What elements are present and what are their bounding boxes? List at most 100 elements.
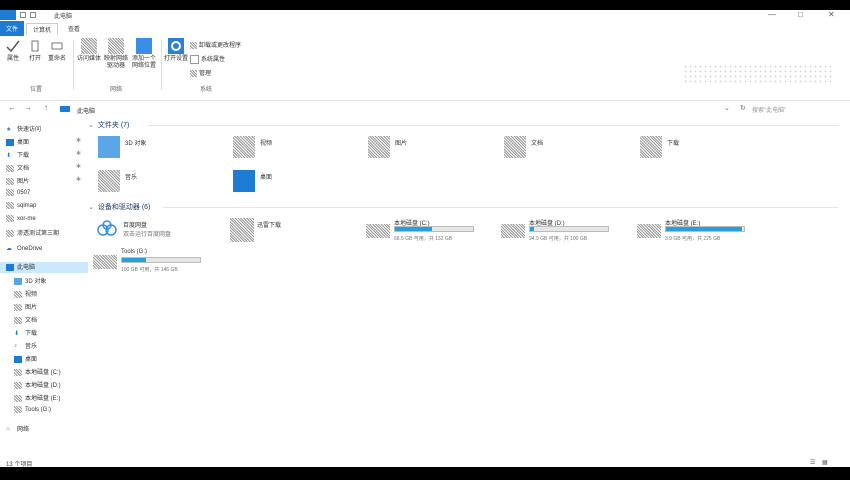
- media-icon: [81, 38, 97, 54]
- drive-space-label: 94.9 GB 可用，共 100 GB: [529, 236, 588, 242]
- nav-drive-g[interactable]: Tools (G:): [14, 406, 51, 417]
- tiles-view-icon[interactable]: ▦: [822, 459, 828, 466]
- drive-e[interactable]: 本地磁盘 (E:) 3.9 GB 可用，共 225 GB: [637, 218, 767, 248]
- drive-usage-fill: [666, 227, 743, 231]
- nav-recent-label: 0507: [17, 190, 31, 197]
- drive-g[interactable]: Tools (G:) 100 GB 可用，共 146 GB: [93, 249, 223, 279]
- rename-button[interactable]: 重命名: [44, 38, 70, 63]
- folder-icon: [6, 189, 14, 196]
- content-pane: ⌄ 文件夹 (7) 3D 对象 视频 图片 文档 下载 音乐 桌面 ⌄ 设备和驱动器…: [88, 118, 850, 458]
- access-media-button[interactable]: 访问媒体: [76, 38, 102, 63]
- nav-recent-pentest[interactable]: 渗透测试第三期: [6, 228, 59, 239]
- download-icon: ⬇: [6, 152, 12, 159]
- picture-icon: [14, 303, 22, 311]
- chevron-down-icon[interactable]: ⌄: [724, 104, 730, 112]
- section-divider: [148, 125, 838, 126]
- uninstall-program-link[interactable]: 卸载或更改程序: [190, 40, 241, 49]
- nav-recent-label: xor-me: [17, 216, 36, 223]
- nav-pc-pictures[interactable]: 图片: [14, 302, 37, 313]
- nav-pictures[interactable]: 图片 ✱: [6, 176, 81, 187]
- folder-label: 3D 对象: [125, 141, 147, 147]
- nav-recent-0507[interactable]: 0507: [6, 189, 30, 200]
- open-settings-label: 打开设置: [163, 56, 188, 62]
- nav-downloads[interactable]: ⬇ 下载 ✱: [6, 150, 81, 161]
- nav-desktop[interactable]: 桌面 ✱: [6, 137, 81, 148]
- maximize-button[interactable]: □: [798, 10, 803, 19]
- nav-pc-documents[interactable]: 文档: [14, 315, 37, 326]
- tab-view[interactable]: 查看: [62, 23, 86, 34]
- map-network-drive-button[interactable]: 映射网络驱动器: [103, 38, 129, 70]
- folder-label: 视频: [260, 141, 273, 147]
- up-button[interactable]: ↑: [44, 103, 48, 112]
- nav-pc-pictures-label: 图片: [25, 305, 38, 311]
- nav-drive-e[interactable]: 本地磁盘 (E:): [14, 393, 60, 404]
- manage-link[interactable]: 管理: [190, 68, 211, 77]
- nav-music[interactable]: ♪ 音乐: [14, 341, 37, 352]
- nav-videos[interactable]: 视频: [14, 289, 37, 300]
- forward-button[interactable]: →: [24, 103, 32, 112]
- properties-quick-icon[interactable]: [20, 12, 26, 18]
- details-view-icon[interactable]: ☰: [810, 459, 815, 466]
- group-system-label: 系统: [200, 87, 213, 93]
- nav-onedrive[interactable]: ☁ OneDrive: [6, 245, 42, 256]
- app-menu-icon[interactable]: [0, 10, 16, 20]
- explorer-window: 此电脑 — □ ✕ 文件 计算机 查看 属性 打开 重命名 访问媒体 映射网络驱…: [0, 10, 850, 467]
- nav-network[interactable]: ⌂ 网络: [6, 424, 29, 435]
- tab-computer[interactable]: 计算机: [26, 23, 59, 35]
- pin-icon: ✱: [76, 138, 82, 144]
- status-item-count: 13 个项目: [6, 462, 33, 467]
- nav-pc-desktop[interactable]: 桌面: [14, 354, 37, 365]
- nav-quick-access[interactable]: ★ 快速访问: [6, 124, 41, 135]
- desktop-icon: [233, 170, 255, 192]
- devices-section-header[interactable]: ⌄ 设备和驱动器 (6): [88, 202, 838, 212]
- nav-drive-c[interactable]: 本地磁盘 (C:): [14, 367, 61, 378]
- folders-section-header[interactable]: ⌄ 文件夹 (7): [88, 120, 838, 130]
- download-icon: [640, 136, 662, 158]
- nav-pc-desktop-label: 桌面: [25, 357, 38, 363]
- drive-c[interactable]: 本地磁盘 (C:) 68.5 GB 可用，共 132 GB: [366, 218, 496, 248]
- title-bar: 此电脑 — □ ✕: [0, 10, 850, 20]
- nav-pc-downloads[interactable]: ⬇ 下载: [14, 328, 37, 339]
- drive-space-label: 100 GB 可用，共 146 GB: [121, 267, 178, 273]
- group-network-label: 网络: [110, 87, 123, 93]
- breadcrumb[interactable]: 此电脑: [77, 106, 95, 115]
- close-button[interactable]: ✕: [828, 10, 835, 19]
- nav-this-pc[interactable]: 此电脑: [0, 262, 88, 273]
- drive-d[interactable]: 本地磁盘 (D:) 94.9 GB 可用，共 100 GB: [501, 218, 631, 248]
- network-icon: ⌂: [6, 425, 10, 432]
- minimize-button[interactable]: —: [768, 10, 776, 19]
- nav-drive-d[interactable]: 本地磁盘 (D:): [14, 380, 61, 391]
- ribbon-tabs: 文件 计算机 查看: [0, 20, 850, 36]
- add-network-location-button[interactable]: 添加一个网络位置: [131, 38, 157, 70]
- desktop-icon: [6, 138, 14, 146]
- tab-file[interactable]: 文件: [0, 21, 25, 36]
- group-location-label: 位置: [30, 87, 43, 93]
- back-button[interactable]: ←: [8, 103, 16, 112]
- nav-documents[interactable]: 文档 ✱: [6, 163, 81, 174]
- folder-label: 桌面: [260, 175, 273, 181]
- refresh-icon[interactable]: ↻: [740, 104, 746, 112]
- nav-recent-sqlmap[interactable]: sqlmap: [6, 202, 36, 213]
- nav-this-pc-label: 此电脑: [17, 265, 36, 271]
- open-settings-button[interactable]: 打开设置: [163, 38, 189, 63]
- pin-icon: ✱: [76, 177, 82, 183]
- folder-icon: [6, 229, 14, 237]
- network-location-icon: [136, 38, 152, 54]
- document-icon: [6, 164, 14, 172]
- drive-label: Tools (G:): [121, 249, 148, 255]
- ribbon-separator: [73, 40, 74, 90]
- folder-label: 图片: [395, 141, 408, 147]
- nav-3d-objects[interactable]: 3D 对象: [14, 276, 46, 287]
- document-icon: [504, 136, 526, 158]
- folder-label: 下载: [667, 141, 680, 147]
- nav-videos-label: 视频: [25, 292, 38, 298]
- nav-music-label: 音乐: [25, 344, 38, 350]
- cube-icon: [14, 277, 22, 285]
- chevron-down-icon: ⌄: [88, 204, 94, 211]
- new-folder-quick-icon[interactable]: [30, 12, 36, 18]
- drive-icon: [14, 381, 22, 389]
- nav-recent-xor-me[interactable]: xor-me: [6, 215, 36, 226]
- properties-label: 属性: [6, 56, 19, 62]
- system-properties-link[interactable]: 系统属性: [190, 54, 225, 64]
- search-input[interactable]: 搜索"此电脑": [752, 105, 832, 114]
